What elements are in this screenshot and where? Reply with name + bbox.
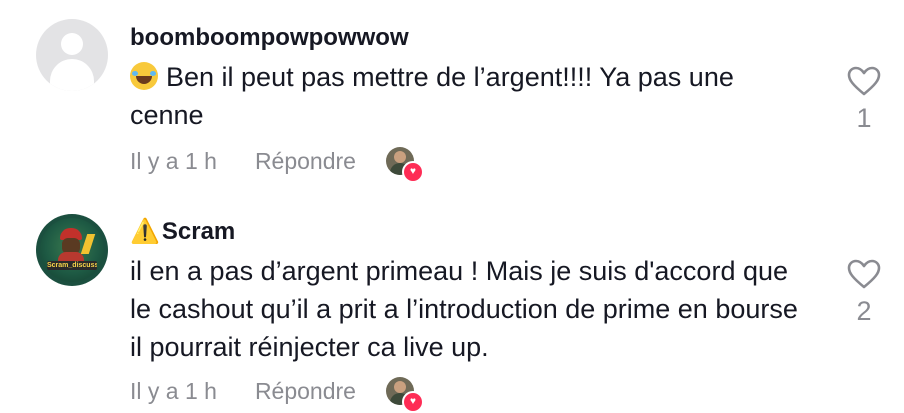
like-count: 1 bbox=[856, 103, 872, 133]
default-avatar-shoulders bbox=[50, 59, 94, 91]
comment-body: Ben il peut pas mettre de l’argent!!!! Y… bbox=[130, 62, 734, 130]
creator-liked-avatar: ♥ bbox=[385, 377, 424, 413]
default-avatar-head bbox=[61, 33, 83, 55]
heart-outline-icon bbox=[847, 259, 881, 289]
comment-meta: Il y a 1 h Répondre ♥ bbox=[130, 147, 424, 183]
face-with-tears-of-joy-icon bbox=[130, 62, 158, 90]
heart-badge-icon: ♥ bbox=[401, 161, 424, 183]
comment-username[interactable]: ⚠️Scram bbox=[130, 218, 235, 246]
like-count: 2 bbox=[856, 296, 872, 326]
comment-text: Ben il peut pas mettre de l’argent!!!! Y… bbox=[130, 58, 810, 134]
comment-timestamp: Il y a 1 h bbox=[130, 148, 217, 174]
avatar[interactable] bbox=[36, 19, 108, 91]
reply-button[interactable]: Répondre bbox=[255, 377, 356, 405]
heart-outline-icon bbox=[847, 66, 881, 96]
like-button[interactable]: 2 bbox=[836, 259, 892, 327]
comment-text: il en a pas d’argent primeau ! Mais je s… bbox=[130, 256, 798, 362]
avatar[interactable]: Scram_discuss bbox=[36, 214, 108, 286]
heart-badge-icon: ♥ bbox=[401, 391, 424, 413]
comment-meta: Il y a 1 h Répondre ♥ bbox=[130, 377, 424, 413]
like-button[interactable]: 1 bbox=[836, 66, 892, 134]
creator-liked-avatar: ♥ bbox=[385, 147, 424, 183]
avatar-logo-text: Scram_discuss bbox=[47, 261, 97, 270]
reply-button[interactable]: Répondre bbox=[255, 147, 356, 175]
comment-timestamp: Il y a 1 h bbox=[130, 378, 217, 404]
username-label: Scram bbox=[161, 218, 236, 245]
comment-username[interactable]: boomboompowpowwow bbox=[130, 24, 409, 52]
warning-icon: ⚠️ bbox=[130, 218, 160, 245]
